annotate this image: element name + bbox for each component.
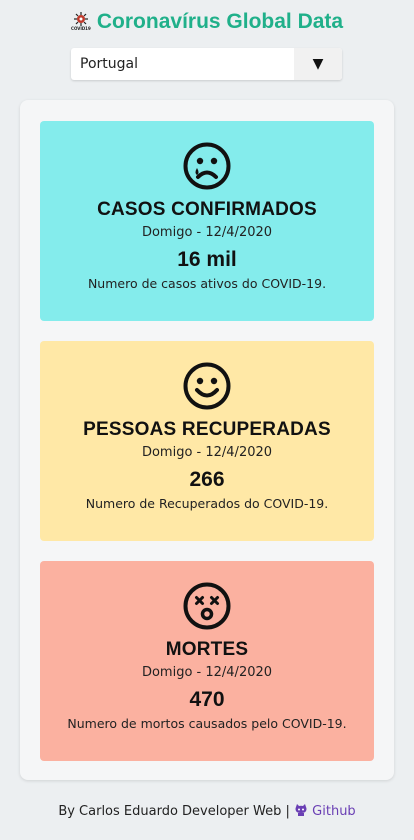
card-date: Domigo - 12/4/2020 [141, 665, 273, 680]
card-recovered: PESSOAS RECUPERADAS Domigo - 12/4/2020 2… [40, 341, 374, 541]
covid-logo-icon: COVID19 [71, 11, 91, 33]
github-icon [295, 804, 307, 816]
chevron-down-icon[interactable]: ▼ [294, 48, 342, 80]
card-confirmed-cases: CASOS CONFIRMADOS Domigo - 12/4/2020 16 … [40, 121, 374, 321]
card-value: 266 [189, 468, 225, 491]
github-link-label[interactable]: Github [312, 804, 356, 819]
card-title: PESSOAS RECUPERADAS [83, 419, 331, 440]
dead-face-icon [183, 582, 231, 630]
card-title: MORTES [165, 639, 249, 660]
sad-face-icon [183, 142, 231, 190]
card-description: Numero de mortos causados pelo COVID-19. [67, 716, 347, 731]
footer-credit: By Carlos Eduardo Developer Web | [58, 804, 290, 819]
github-link[interactable]: Github [294, 804, 356, 819]
card-date: Domigo - 12/4/2020 [141, 445, 273, 460]
page-title: Coronavírus Global Data [96, 10, 344, 33]
app-header: COVID19 Coronavírus Global Data [0, 10, 414, 34]
card-description: Numero de Recuperados do COVID-19. [85, 496, 329, 511]
stats-container: CASOS CONFIRMADOS Domigo - 12/4/2020 16 … [20, 100, 394, 780]
card-date: Domigo - 12/4/2020 [141, 225, 273, 240]
card-value: 16 mil [177, 248, 237, 271]
card-deaths: MORTES Domigo - 12/4/2020 470 Numero de … [40, 561, 374, 761]
happy-face-icon [183, 362, 231, 410]
card-description: Numero de casos ativos do COVID-19. [87, 276, 327, 291]
logo-text: COVID19 [71, 26, 91, 31]
country-select-value[interactable]: Portugal [71, 56, 294, 72]
footer: By Carlos Eduardo Developer Web | Github [0, 803, 414, 819]
card-value: 470 [189, 688, 225, 711]
country-select[interactable]: Portugal ▼ [71, 48, 342, 80]
card-title: CASOS CONFIRMADOS [97, 199, 317, 220]
